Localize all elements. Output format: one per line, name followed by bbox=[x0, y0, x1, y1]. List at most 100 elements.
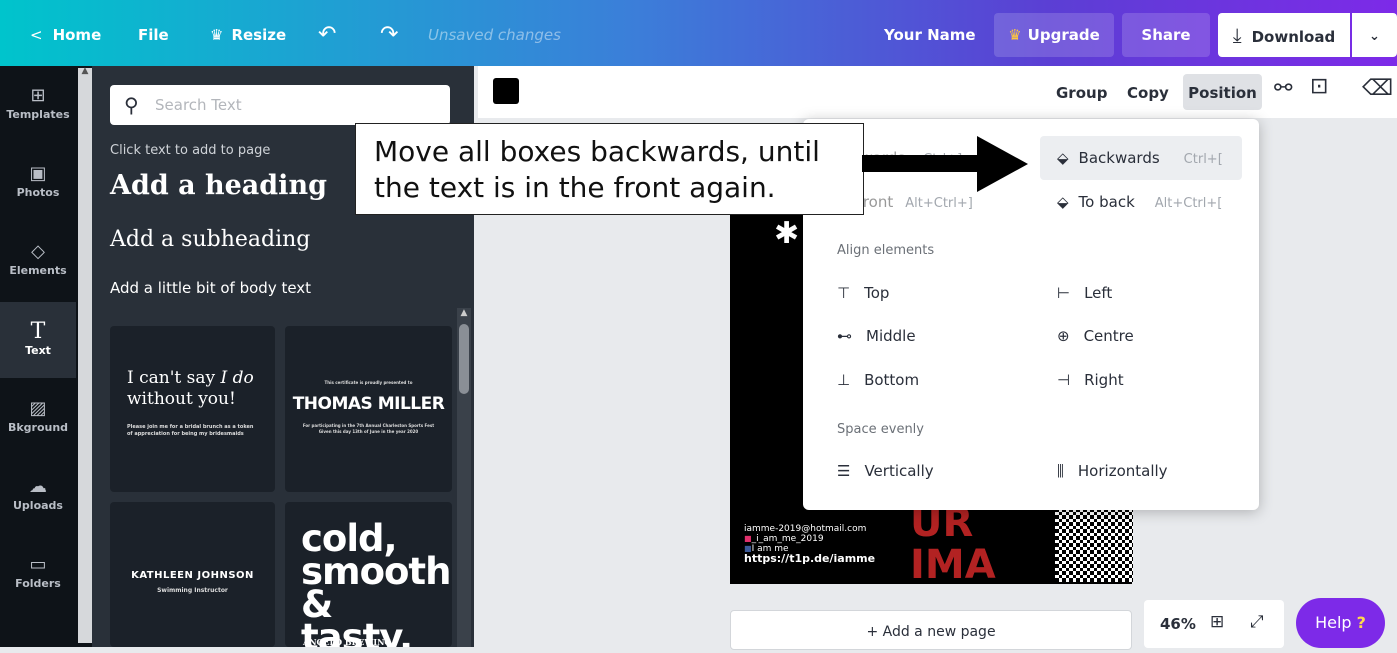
resize-button[interactable]: ♛ Resize bbox=[210, 0, 286, 66]
upgrade-button[interactable]: ♛ Upgrade bbox=[994, 13, 1114, 57]
rail-label: Uploads bbox=[13, 499, 63, 512]
redo-icon[interactable]: ↷ bbox=[380, 0, 398, 66]
folder-icon: ▭ bbox=[29, 554, 47, 575]
option-label: Vertically bbox=[864, 462, 934, 480]
option-label: Top bbox=[864, 284, 890, 302]
add-heading-button[interactable]: Add a heading bbox=[110, 170, 327, 201]
search-box[interactable]: ⚲ bbox=[110, 85, 450, 125]
rail-elements[interactable]: ◇ Elements bbox=[0, 222, 76, 298]
cloud-upload-icon: ☁ bbox=[29, 476, 47, 497]
color-swatch[interactable] bbox=[493, 78, 519, 104]
space-vertical-icon: ☰ bbox=[837, 462, 851, 480]
user-name-button[interactable]: Your Name bbox=[884, 0, 976, 66]
contact-info: iamme-2019@hotmail.com ■_i_am_me_2019 ■I… bbox=[744, 524, 875, 564]
instagram-line: ■_i_am_me_2019 bbox=[744, 534, 875, 544]
rail-folders[interactable]: ▭ Folders bbox=[0, 535, 76, 611]
align-bottom-option[interactable]: ⊥ Bottom bbox=[837, 367, 919, 393]
grid-view-icon[interactable]: ⊞ bbox=[1210, 612, 1224, 632]
space-horizontal-icon: ⫼ bbox=[1057, 462, 1064, 480]
copy-button[interactable]: Copy bbox=[1127, 66, 1169, 118]
panel-scrollbar[interactable]: ▲ bbox=[457, 308, 471, 647]
text-template-card[interactable]: cold, smooth & tasty. ANGELO BREWING bbox=[285, 502, 452, 647]
help-label: Help bbox=[1315, 613, 1352, 632]
help-question-icon: ? bbox=[1356, 613, 1366, 632]
upgrade-label: Upgrade bbox=[1027, 26, 1100, 44]
shortcut: Ctrl+[ bbox=[1183, 152, 1223, 167]
rail-label: Folders bbox=[15, 577, 61, 590]
shapes-icon: ◇ bbox=[31, 241, 45, 262]
rail-label: Templates bbox=[6, 108, 70, 121]
to-back-option[interactable]: ⬙ To back Alt+Ctrl+[ bbox=[1057, 189, 1222, 215]
option-label: To back bbox=[1078, 193, 1135, 211]
backwards-option[interactable]: ⬙ Backwards Ctrl+[ bbox=[1057, 145, 1223, 171]
file-menu-button[interactable]: File bbox=[138, 0, 169, 66]
text-template-card[interactable]: This certificate is proudly presented to… bbox=[285, 326, 452, 492]
undo-icon[interactable]: ↶ bbox=[318, 0, 336, 66]
rail-label: Bkground bbox=[7, 421, 69, 434]
rail-scrollbar[interactable] bbox=[78, 68, 92, 643]
lock-icon[interactable]: ⊡ bbox=[1310, 74, 1328, 99]
rail-photos[interactable]: ▣ Photos bbox=[0, 144, 76, 220]
share-button[interactable]: Share bbox=[1122, 13, 1210, 57]
add-subheading-button[interactable]: Add a subheading bbox=[110, 227, 310, 252]
space-horizontally-option[interactable]: ⫼ Horizontally bbox=[1057, 458, 1168, 484]
add-body-text-button[interactable]: Add a little bit of body text bbox=[110, 279, 311, 297]
panel-scroll-thumb[interactable] bbox=[459, 324, 469, 394]
unsaved-status: Unsaved changes bbox=[428, 26, 561, 44]
photo-icon: ▣ bbox=[29, 163, 47, 184]
card-body: For participating in the 7th Annual Char… bbox=[302, 423, 435, 434]
group-button[interactable]: Group bbox=[1056, 66, 1107, 118]
rail-label: Text bbox=[25, 344, 51, 357]
align-middle-option[interactable]: ⊷ Middle bbox=[837, 323, 916, 349]
crown-icon: ♛ bbox=[210, 26, 224, 44]
crown-icon: ♛ bbox=[1008, 26, 1022, 44]
rail-templates[interactable]: ⊞ Templates bbox=[0, 66, 76, 142]
align-top-option[interactable]: ⊤ Top bbox=[837, 280, 889, 306]
add-page-button[interactable]: + Add a new page bbox=[730, 610, 1132, 650]
trash-icon[interactable]: ⌫ bbox=[1362, 76, 1393, 101]
url-text: https://t1p.de/iamme bbox=[744, 552, 876, 565]
rail-text[interactable]: T Text bbox=[0, 302, 76, 378]
fullscreen-icon[interactable]: ⤢ bbox=[1250, 612, 1264, 632]
search-input[interactable] bbox=[155, 85, 435, 125]
card-title-emphasis: I do bbox=[220, 368, 254, 388]
download-icon: ⤓ bbox=[1232, 23, 1242, 47]
rail-label: Photos bbox=[16, 186, 60, 199]
card-title: cold, smooth & tasty. bbox=[301, 520, 452, 647]
link-icon[interactable]: ⚯ bbox=[1274, 76, 1292, 101]
space-heading: Space evenly bbox=[837, 422, 924, 437]
big-text: UR IMA AG bbox=[910, 510, 1060, 584]
background-pattern-icon: ▨ bbox=[29, 398, 47, 419]
align-right-option[interactable]: ⊣ Right bbox=[1057, 367, 1124, 393]
card-name: KATHLEEN JOHNSON bbox=[131, 570, 254, 581]
align-bottom-icon: ⊥ bbox=[837, 371, 851, 389]
text-template-card[interactable]: KATHLEEN JOHNSON Swimming Instructor bbox=[110, 502, 275, 647]
home-button[interactable]: < Home bbox=[30, 0, 101, 66]
chevron-down-icon: ⌄ bbox=[1369, 29, 1380, 44]
rail-background[interactable]: ▨ Bkground bbox=[0, 379, 76, 455]
option-label: Horizontally bbox=[1077, 462, 1168, 480]
rail-uploads[interactable]: ☁ Uploads bbox=[0, 457, 76, 533]
chevron-left-icon: < bbox=[30, 26, 43, 44]
option-label: Right bbox=[1084, 371, 1124, 389]
shortcut: Alt+Ctrl+[ bbox=[1154, 196, 1223, 211]
space-vertically-option[interactable]: ☰ Vertically bbox=[837, 458, 934, 484]
option-label: Backwards bbox=[1078, 149, 1160, 167]
zoom-level[interactable]: 46% bbox=[1160, 615, 1196, 633]
card-brand: ANGELO BREWING bbox=[303, 637, 392, 647]
align-left-option[interactable]: ⊢ Left bbox=[1057, 280, 1112, 306]
download-button[interactable]: ⤓ Download bbox=[1218, 13, 1350, 57]
email-text: iamme-2019@hotmail.com bbox=[744, 524, 867, 534]
help-button[interactable]: Help ? bbox=[1296, 598, 1385, 648]
card-title-text: I can't say bbox=[127, 368, 221, 388]
scroll-up-icon[interactable]: ▲ bbox=[457, 308, 471, 322]
text-template-card[interactable]: I can't say I do without you! Please joi… bbox=[110, 326, 275, 492]
position-button[interactable]: Position bbox=[1183, 74, 1262, 110]
download-options-button[interactable]: ⌄ bbox=[1352, 13, 1397, 57]
card-small-text: This certificate is proudly presented to bbox=[324, 380, 413, 385]
align-centre-icon: ⊕ bbox=[1057, 327, 1070, 345]
scroll-up-icon[interactable]: ▲ bbox=[80, 66, 90, 80]
top-bar: < Home File ♛ Resize ↶ ↷ Unsaved changes Y… bbox=[0, 0, 1397, 66]
resize-label: Resize bbox=[231, 26, 287, 44]
align-centre-option[interactable]: ⊕ Centre bbox=[1057, 323, 1134, 349]
